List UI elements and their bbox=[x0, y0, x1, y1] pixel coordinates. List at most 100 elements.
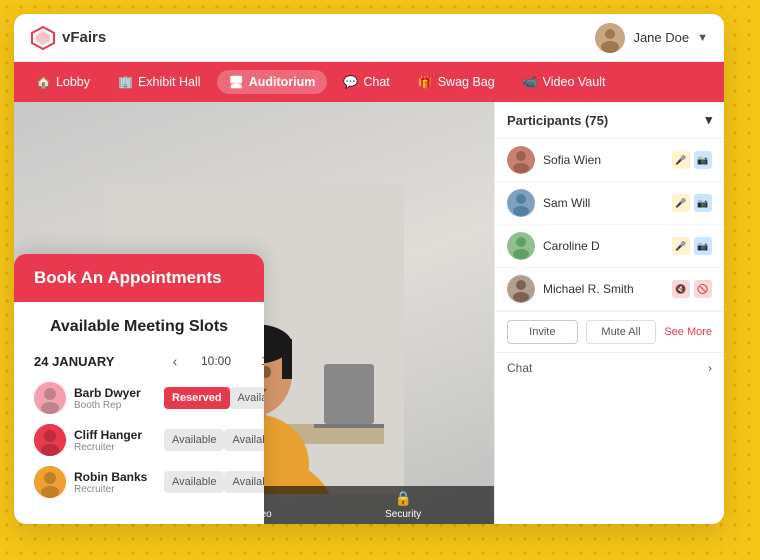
booking-body: Available Meeting Slots 24 JANUARY ‹ 10:… bbox=[14, 302, 264, 524]
person-text-0: Barb Dwyer Booth Rep bbox=[74, 386, 141, 411]
nav-item-video-vault[interactable]: 📹 Video Vault bbox=[511, 70, 618, 94]
logo: vFairs bbox=[30, 25, 106, 51]
mic-icon-0: 🎤 bbox=[672, 151, 690, 169]
nav-item-lobby[interactable]: 🏠 Lobby bbox=[24, 70, 102, 94]
person-name-0: Barb Dwyer bbox=[74, 386, 141, 400]
participant-name-0: Sofia Wien bbox=[543, 153, 664, 167]
nav-bar: 🏠 Lobby 🏢 Exhibit Hall 🖥 Auditorium 💬 Ch… bbox=[14, 62, 724, 102]
avatar bbox=[595, 23, 625, 53]
nav-label-exhibit: Exhibit Hall bbox=[138, 75, 201, 89]
person-avatar-1 bbox=[34, 424, 66, 456]
cam-off-icon-3: 🚫 bbox=[694, 280, 712, 298]
top-bar: vFairs Jane Doe ▼ bbox=[14, 14, 724, 62]
slot-cells-0: ReservedAvailableAvailableAvailableAvail… bbox=[164, 387, 264, 409]
exhibit-icon: 🏢 bbox=[118, 75, 133, 89]
time-nav: ‹ 10:00 10:30 11:00 11:30 12:00 › bbox=[164, 350, 264, 372]
nav-item-exhibit-hall[interactable]: 🏢 Exhibit Hall bbox=[106, 70, 212, 94]
person-row-1: Cliff Hanger Recruiter AvailableAvailabl… bbox=[34, 424, 244, 456]
slot-2-1[interactable]: Available bbox=[224, 471, 264, 493]
participant-avatar-1 bbox=[507, 189, 535, 217]
booking-modal: Book An Appointments Available Meeting S… bbox=[14, 254, 264, 524]
slot-2-0[interactable]: Available bbox=[164, 471, 224, 493]
chevron-participants[interactable]: ▾ bbox=[705, 112, 712, 128]
person-rows: Barb Dwyer Booth Rep Reserved Available Av… bbox=[34, 382, 244, 498]
chat-section-mini[interactable]: Chat › bbox=[495, 352, 724, 383]
booking-title: Book An Appointments bbox=[34, 268, 222, 287]
swag-icon: 🎁 bbox=[418, 75, 433, 89]
participants-header: Participants (75) ▾ bbox=[495, 102, 724, 139]
prev-arrow[interactable]: ‹ bbox=[164, 350, 186, 372]
time-1: 10:30 bbox=[246, 354, 264, 368]
person-avatar-2 bbox=[34, 466, 66, 498]
meeting-slots-title: Available Meeting Slots bbox=[34, 318, 244, 336]
booking-header: Book An Appointments bbox=[14, 254, 264, 302]
lock-icon: 🔒 bbox=[394, 490, 411, 507]
participants-actions: Invite Mute All See More bbox=[495, 311, 724, 352]
mic-icon-2: 🎤 bbox=[672, 237, 690, 255]
nav-label-video: Video Vault bbox=[543, 75, 606, 89]
main-card: vFairs Jane Doe ▼ 🏠 Lobby 🏢 Exhibit Hall bbox=[14, 14, 724, 524]
nav-label-swag: Swag Bag bbox=[438, 75, 495, 89]
person-row-2: Robin Banks Recruiter AvailableAvailable… bbox=[34, 466, 244, 498]
security-label: Security bbox=[385, 509, 421, 520]
mute-all-button[interactable]: Mute All bbox=[586, 320, 657, 344]
time-0: 10:00 bbox=[186, 354, 246, 368]
participant-row-3: Michael R. Smith 🔇 🚫 bbox=[495, 268, 724, 311]
person-role-1: Recruiter bbox=[74, 442, 142, 453]
mic-off-icon-3: 🔇 bbox=[672, 280, 690, 298]
participant-row-0: Sofia Wien 🎤 📷 bbox=[495, 139, 724, 182]
invite-button[interactable]: Invite bbox=[507, 320, 578, 344]
person-text-1: Cliff Hanger Recruiter bbox=[74, 428, 142, 453]
security-button[interactable]: 🔒 Security bbox=[385, 490, 421, 520]
slot-cells-2: AvailableAvailableAvailableAvailableAvai… bbox=[164, 471, 264, 493]
home-icon: 🏠 bbox=[36, 75, 51, 89]
participant-icons-0: 🎤 📷 bbox=[672, 151, 712, 169]
participant-icons-3: 🔇 🚫 bbox=[672, 280, 712, 298]
user-area: Jane Doe ▼ bbox=[595, 23, 708, 53]
auditorium-icon: 🖥 bbox=[229, 75, 244, 89]
slot-0-1[interactable]: Available bbox=[230, 387, 264, 409]
cam-icon-0: 📷 bbox=[694, 151, 712, 169]
person-name-1: Cliff Hanger bbox=[74, 428, 142, 442]
nav-item-swag-bag[interactable]: 🎁 Swag Bag bbox=[406, 70, 507, 94]
video-section: ⋯ More 📷 Stop Video 🔒 Security Book An A… bbox=[14, 102, 494, 524]
slot-cells-1: AvailableAvailableAvailableAvailableAvai… bbox=[164, 429, 264, 451]
participant-avatar-0 bbox=[507, 146, 535, 174]
slot-1-0[interactable]: Available bbox=[164, 429, 224, 451]
participant-icons-1: 🎤 📷 bbox=[672, 194, 712, 212]
see-more-link[interactable]: See More bbox=[664, 326, 712, 338]
slots-header-row: 24 JANUARY ‹ 10:00 10:30 11:00 11:30 12:… bbox=[34, 350, 244, 372]
time-slots-header: 10:00 10:30 11:00 11:30 12:00 bbox=[186, 354, 264, 368]
user-name: Jane Doe bbox=[633, 30, 689, 45]
person-role-0: Booth Rep bbox=[74, 400, 141, 411]
nav-label-chat: Chat bbox=[363, 75, 389, 89]
participant-name-2: Caroline D bbox=[543, 239, 664, 253]
participants-panel: Participants (75) ▾ Sofia Wien 🎤 📷 Sam W… bbox=[494, 102, 724, 524]
participant-avatar-2 bbox=[507, 232, 535, 260]
participants-title: Participants (75) bbox=[507, 113, 608, 128]
participant-icons-2: 🎤 📷 bbox=[672, 237, 712, 255]
person-info-1: Cliff Hanger Recruiter bbox=[34, 424, 164, 456]
chat-label: Chat bbox=[507, 361, 532, 375]
date-label: 24 JANUARY bbox=[34, 354, 164, 369]
person-text-2: Robin Banks Recruiter bbox=[74, 470, 147, 495]
person-avatar-0 bbox=[34, 382, 66, 414]
participant-row-2: Caroline D 🎤 📷 bbox=[495, 225, 724, 268]
cam-icon-2: 📷 bbox=[694, 237, 712, 255]
slot-1-1[interactable]: Available bbox=[224, 429, 264, 451]
person-name-2: Robin Banks bbox=[74, 470, 147, 484]
chat-expand-icon[interactable]: › bbox=[708, 361, 712, 375]
nav-label-lobby: Lobby bbox=[56, 75, 90, 89]
nav-item-chat[interactable]: 💬 Chat bbox=[331, 70, 401, 94]
person-role-2: Recruiter bbox=[74, 484, 147, 495]
nav-item-auditorium[interactable]: 🖥 Auditorium bbox=[217, 70, 328, 94]
mic-icon-1: 🎤 bbox=[672, 194, 690, 212]
video-icon: 📹 bbox=[523, 75, 538, 89]
nav-label-auditorium: Auditorium bbox=[249, 75, 316, 89]
chat-icon: 💬 bbox=[343, 75, 358, 89]
chevron-down-icon[interactable]: ▼ bbox=[697, 32, 708, 44]
person-row-0: Barb Dwyer Booth Rep ReservedAvailableAv… bbox=[34, 382, 244, 414]
logo-text: vFairs bbox=[62, 29, 106, 46]
slot-0-0[interactable]: Reserved bbox=[164, 387, 230, 409]
person-info-2: Robin Banks Recruiter bbox=[34, 466, 164, 498]
